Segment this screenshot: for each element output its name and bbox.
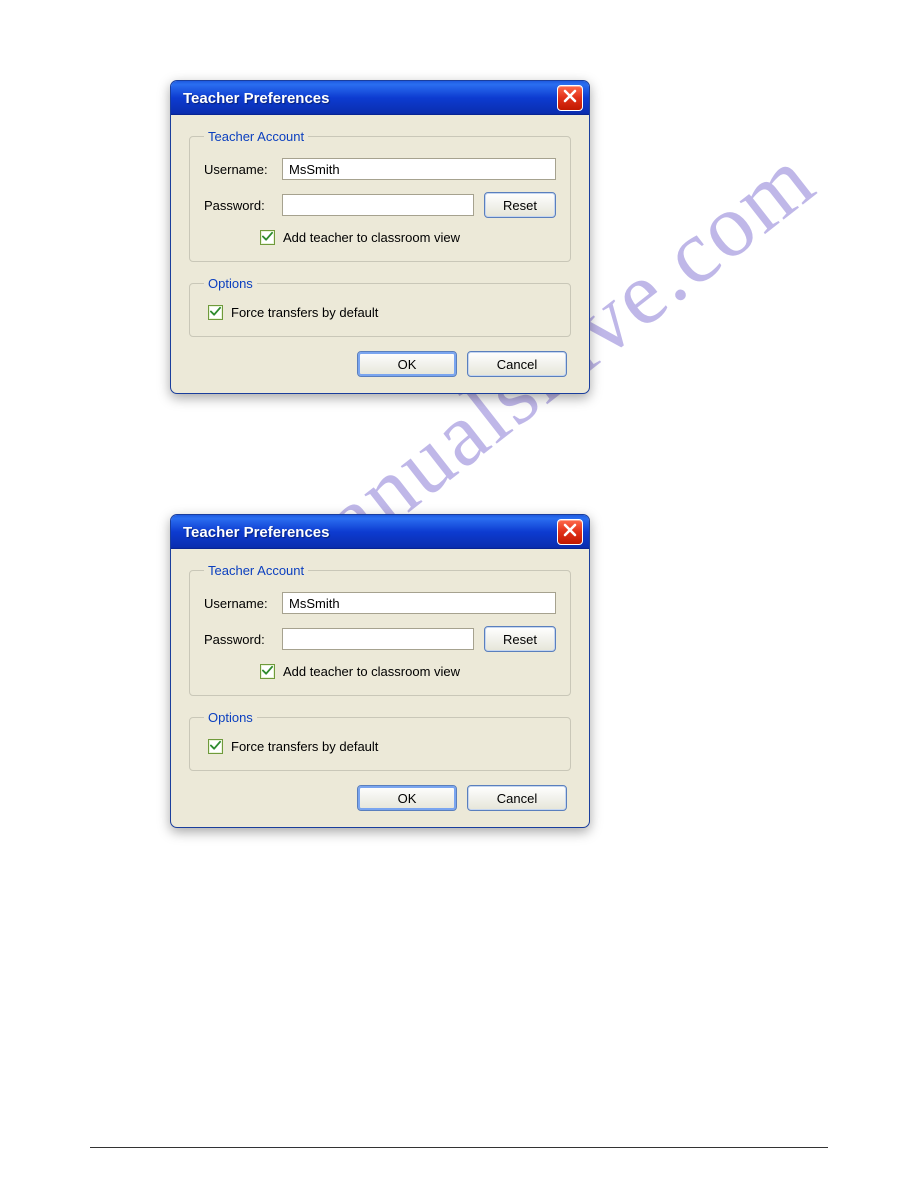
- options-legend: Options: [204, 276, 257, 291]
- teacher-account-group: Teacher Account Username: Password: Rese…: [189, 129, 571, 262]
- teacher-account-group: Teacher Account Username: Password: Rese…: [189, 563, 571, 696]
- titlebar[interactable]: Teacher Preferences: [171, 81, 589, 115]
- force-transfers-checkbox[interactable]: [208, 305, 223, 320]
- teacher-account-legend: Teacher Account: [204, 129, 308, 144]
- add-teacher-label: Add teacher to classroom view: [283, 664, 460, 679]
- password-label: Password:: [204, 198, 282, 213]
- password-label: Password:: [204, 632, 282, 647]
- options-legend: Options: [204, 710, 257, 725]
- titlebar[interactable]: Teacher Preferences: [171, 515, 589, 549]
- check-icon: [210, 305, 221, 320]
- add-teacher-label: Add teacher to classroom view: [283, 230, 460, 245]
- teacher-preferences-dialog: Teacher Preferences Teacher Account User…: [170, 80, 590, 394]
- cancel-button[interactable]: Cancel: [467, 351, 567, 377]
- username-label: Username:: [204, 162, 282, 177]
- add-teacher-checkbox[interactable]: [260, 664, 275, 679]
- close-icon: [563, 89, 577, 107]
- teacher-account-legend: Teacher Account: [204, 563, 308, 578]
- ok-button[interactable]: OK: [357, 785, 457, 811]
- dialog-title: Teacher Preferences: [183, 90, 329, 107]
- reset-button[interactable]: Reset: [484, 626, 556, 652]
- close-button[interactable]: [557, 519, 583, 545]
- options-group: Options Force transfers by default: [189, 710, 571, 771]
- ok-button[interactable]: OK: [357, 351, 457, 377]
- force-transfers-label: Force transfers by default: [231, 305, 378, 320]
- close-button[interactable]: [557, 85, 583, 111]
- cancel-button[interactable]: Cancel: [467, 785, 567, 811]
- dialog-title: Teacher Preferences: [183, 524, 329, 541]
- check-icon: [210, 739, 221, 754]
- username-input[interactable]: [282, 592, 556, 614]
- page-divider: [90, 1147, 828, 1148]
- teacher-preferences-dialog: Teacher Preferences Teacher Account User…: [170, 514, 590, 828]
- check-icon: [262, 664, 273, 679]
- close-icon: [563, 523, 577, 541]
- password-input[interactable]: [282, 194, 474, 216]
- check-icon: [262, 230, 273, 245]
- password-input[interactable]: [282, 628, 474, 650]
- options-group: Options Force transfers by default: [189, 276, 571, 337]
- username-label: Username:: [204, 596, 282, 611]
- force-transfers-checkbox[interactable]: [208, 739, 223, 754]
- force-transfers-label: Force transfers by default: [231, 739, 378, 754]
- username-input[interactable]: [282, 158, 556, 180]
- reset-button[interactable]: Reset: [484, 192, 556, 218]
- add-teacher-checkbox[interactable]: [260, 230, 275, 245]
